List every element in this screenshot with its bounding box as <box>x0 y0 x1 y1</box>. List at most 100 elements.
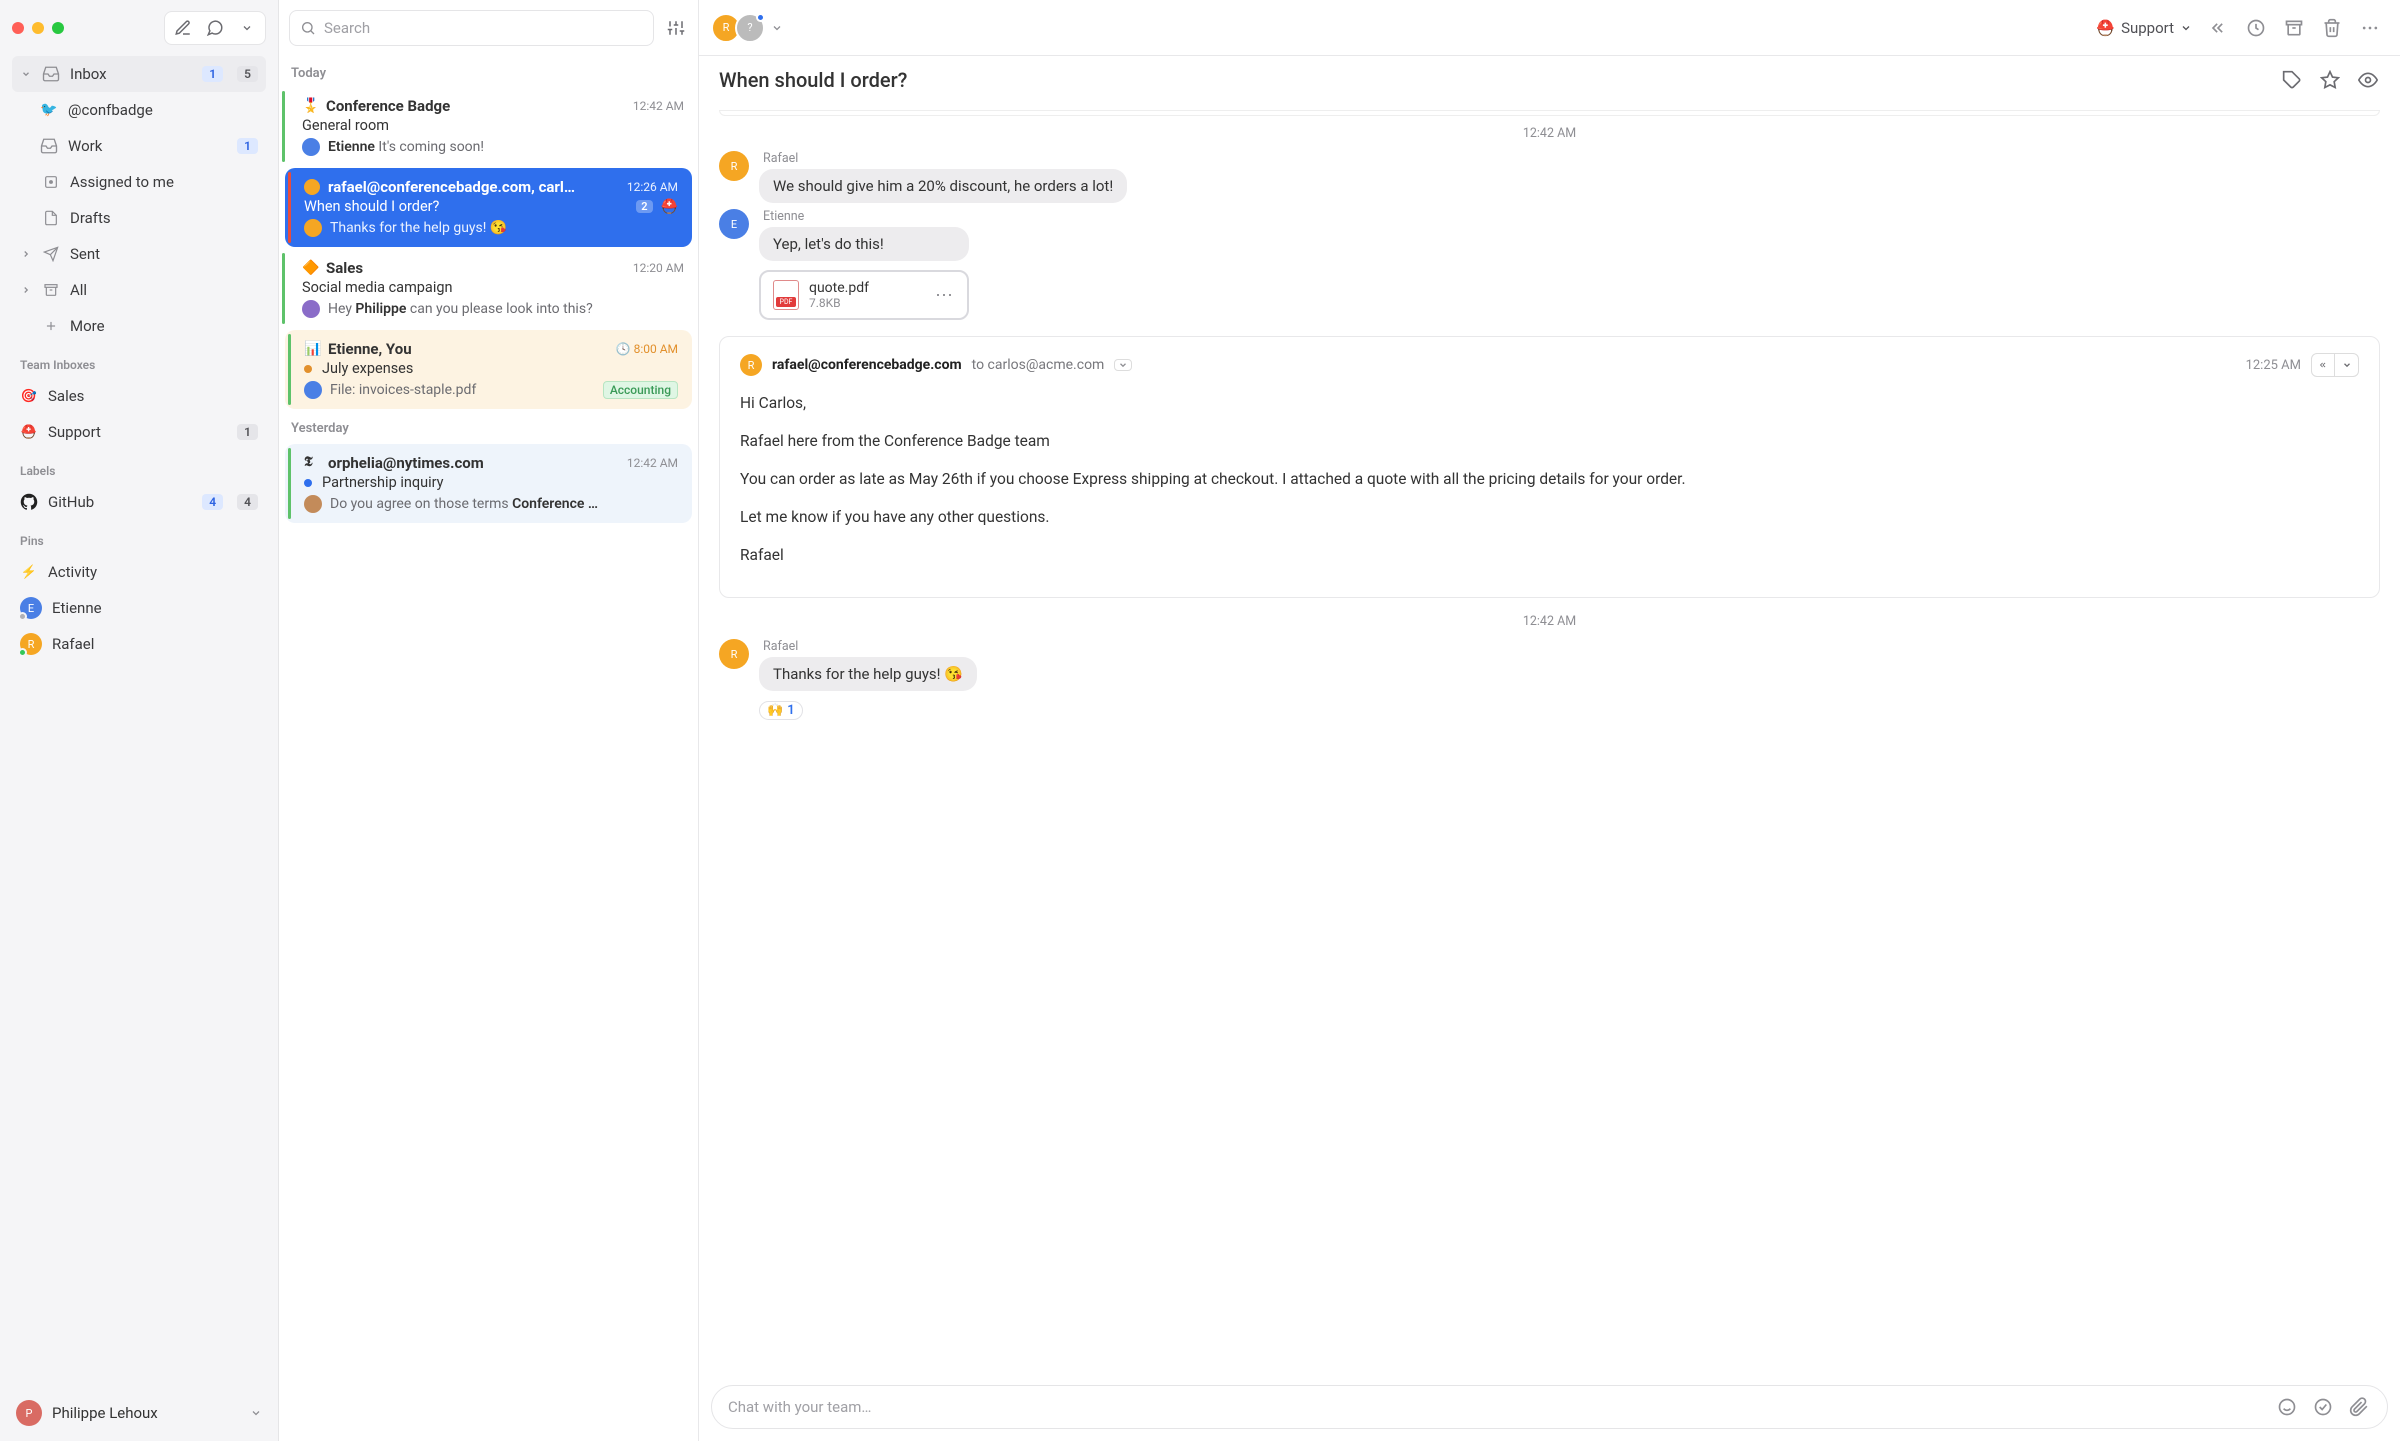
nav-all[interactable]: All <box>12 272 266 308</box>
threads-list[interactable]: Today 🎖️ Conference Badge 12:42 AM Gener… <box>279 56 698 1441</box>
user-avatar: P <box>16 1400 42 1426</box>
recipients-dropdown[interactable] <box>1114 359 1132 371</box>
thread-item[interactable]: 📊 Etienne, You 🕓 8:00 AM July expenses F… <box>285 330 692 409</box>
maximize-window-button[interactable] <box>52 22 64 34</box>
sidebar-top <box>0 0 278 56</box>
new-chat-button[interactable] <box>203 16 227 40</box>
reader-header: When should I order? <box>699 56 2400 104</box>
sent-icon <box>42 246 60 262</box>
inbox-total-badge: 5 <box>237 66 258 82</box>
thread-item-selected[interactable]: rafael@conferencebadge.com, carl… 12:26 … <box>285 168 692 247</box>
reader-topbar: R ? ⛑️ Support <box>699 0 2400 56</box>
chat-bubble[interactable]: Thanks for the help guys! 😘 <box>759 657 977 691</box>
thread-item[interactable]: 🔶 Sales 12:20 AM Social media campaign H… <box>279 249 698 328</box>
thread-subject: When should I order? <box>304 198 628 215</box>
chevron-right-icon <box>20 285 32 295</box>
thread-title: rafael@conferencebadge.com, carl… <box>328 178 619 196</box>
email-paragraph: Let me know if you have any other questi… <box>740 505 2359 529</box>
nav-confbadge-label: @confbadge <box>68 101 258 119</box>
label-github[interactable]: GitHub 4 4 <box>12 484 266 520</box>
trash-button[interactable] <box>2320 16 2344 40</box>
support-team-icon: ⛑️ <box>2096 19 2115 37</box>
team-dropdown[interactable]: ⛑️ Support <box>2096 19 2192 37</box>
composer-input[interactable] <box>728 1398 2263 1416</box>
sales-icon: 🔶 <box>302 260 318 276</box>
thread-subject: July expenses <box>322 360 678 377</box>
thread-time: 12:26 AM <box>627 180 678 194</box>
work-unread-badge: 1 <box>237 138 258 154</box>
star-button[interactable] <box>2318 68 2342 92</box>
assignees[interactable]: R ? <box>717 13 783 43</box>
chat-bubble[interactable]: We should give him a 20% discount, he or… <box>759 169 1127 203</box>
emoji-button[interactable] <box>2275 1395 2299 1419</box>
reply-dropdown[interactable] <box>2335 353 2359 377</box>
thread-snippet: Hey Philippe can you please look into th… <box>328 301 684 317</box>
user-name: Philippe Lehoux <box>52 1404 240 1422</box>
sender-avatar <box>304 179 320 195</box>
reply-all-button[interactable] <box>2206 16 2230 40</box>
chat-sender-name: Rafael <box>759 151 1127 166</box>
close-window-button[interactable] <box>12 22 24 34</box>
reply-all-button[interactable] <box>2311 353 2335 377</box>
pin-rafael[interactable]: R Rafael <box>12 626 266 662</box>
reader-scroll[interactable]: 12:42 AM R Rafael We should give him a 2… <box>699 104 2400 1385</box>
minimize-window-button[interactable] <box>32 22 44 34</box>
chevron-down-icon <box>2180 22 2192 34</box>
search-box[interactable] <box>289 10 654 46</box>
sales-team-icon: 🎯 <box>20 387 38 405</box>
nav-work[interactable]: Work 1 <box>12 128 266 164</box>
nyt-icon: 𝕿 <box>304 455 320 471</box>
chat-sender-name: Rafael <box>759 639 977 654</box>
nav-assigned[interactable]: Assigned to me <box>12 164 266 200</box>
team-select-label: Support <box>2121 19 2174 37</box>
support-team-icon: ⛑️ <box>20 423 38 441</box>
nav-all-label: All <box>70 281 258 299</box>
team-sales[interactable]: 🎯 Sales <box>12 378 266 414</box>
pin-rafael-label: Rafael <box>52 635 258 653</box>
chat-bubble[interactable]: Yep, let's do this! <box>759 227 969 261</box>
assignee-other-avatar: ? <box>735 13 765 43</box>
more-button[interactable] <box>2358 16 2382 40</box>
threads-column: Today 🎖️ Conference Badge 12:42 AM Gener… <box>279 0 699 1441</box>
pin-activity[interactable]: ⚡ Activity <box>12 554 266 590</box>
compose-button[interactable] <box>171 16 195 40</box>
chart-icon: 📊 <box>304 341 320 357</box>
team-support[interactable]: ⛑️ Support 1 <box>12 414 266 450</box>
rafael-avatar: R <box>719 639 749 669</box>
compose-dropdown[interactable] <box>235 16 259 40</box>
chevron-right-icon <box>20 249 32 259</box>
snooze-button[interactable] <box>2244 16 2268 40</box>
thread-item[interactable]: 🎖️ Conference Badge 12:42 AM General roo… <box>279 87 698 166</box>
composer[interactable] <box>711 1385 2388 1429</box>
date-today: Today <box>279 56 698 87</box>
search-input[interactable] <box>324 19 643 37</box>
task-button[interactable] <box>2311 1395 2335 1419</box>
thread-time: 12:42 AM <box>633 99 684 113</box>
notification-dot <box>756 13 765 22</box>
attachment-quote-pdf[interactable]: quote.pdf 7.8KB ⋯ <box>759 270 969 320</box>
github-blue-badge: 4 <box>202 494 223 510</box>
nav-sent[interactable]: Sent <box>12 236 266 272</box>
assigned-icon <box>42 174 60 190</box>
attach-button[interactable] <box>2347 1395 2371 1419</box>
team-sales-label: Sales <box>48 387 258 405</box>
drafts-icon <box>42 210 60 226</box>
email-time: 12:25 AM <box>2246 358 2301 373</box>
pin-etienne[interactable]: E Etienne <box>12 590 266 626</box>
reaction-chip[interactable]: 🙌 1 <box>759 701 803 720</box>
label-github-label: GitHub <box>48 493 192 511</box>
nav-drafts[interactable]: Drafts <box>12 200 266 236</box>
filter-button[interactable] <box>664 16 688 40</box>
nav-more[interactable]: More <box>12 308 266 344</box>
thread-title: orphelia@nytimes.com <box>328 454 619 472</box>
attachment-more-icon[interactable]: ⋯ <box>935 285 955 306</box>
thread-item[interactable]: 𝕿 orphelia@nytimes.com 12:42 AM Partners… <box>285 444 692 523</box>
tag-button[interactable] <box>2280 68 2304 92</box>
archive-button[interactable] <box>2282 16 2306 40</box>
inbox-icon <box>42 65 60 83</box>
nav-inbox[interactable]: Inbox 1 5 <box>12 56 266 92</box>
nav-confbadge[interactable]: 🐦 @confbadge <box>12 92 266 128</box>
sidebar-footer[interactable]: P Philippe Lehoux <box>0 1385 278 1441</box>
watch-button[interactable] <box>2356 68 2380 92</box>
chat-message: R Rafael We should give him a 20% discou… <box>719 151 2380 203</box>
